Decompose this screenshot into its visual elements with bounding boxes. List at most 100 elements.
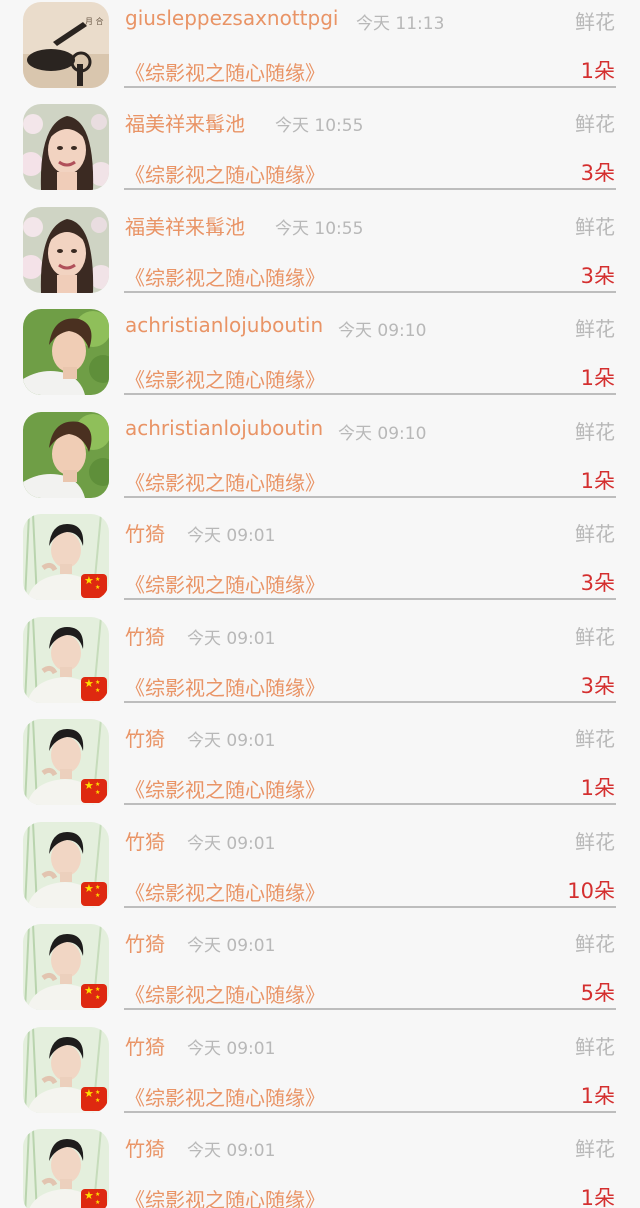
work-title-link[interactable]: 《综影视之随心随缘》 xyxy=(125,877,325,906)
timestamp: 今天 09:01 xyxy=(187,936,276,956)
timestamp: 今天 10:55 xyxy=(275,219,364,239)
timestamp: 今天 09:01 xyxy=(187,834,276,854)
gift-type-label: 鲜花 xyxy=(575,625,615,649)
gift-record-row[interactable]: achristianlojuboutin 今天 09:10 鲜花《综影视之随心随缘》… xyxy=(0,307,640,410)
gift-count: 3朵 xyxy=(580,674,615,698)
gift-count: 1朵 xyxy=(580,1186,615,1208)
row-divider xyxy=(124,1008,616,1010)
username[interactable]: giusleppezsaxnottpgi xyxy=(125,6,338,30)
user-avatar[interactable]: ★ ★ ★ xyxy=(23,924,109,1010)
user-avatar[interactable]: ★ ★ ★ xyxy=(23,719,109,805)
timestamp: 今天 10:55 xyxy=(275,116,364,136)
timestamp: 今天 09:01 xyxy=(187,629,276,649)
work-title-link[interactable]: 《综影视之随心随缘》 xyxy=(125,1184,325,1208)
gift-record-row[interactable]: ★ ★ ★ 竹猗 今天 09:01 鲜花 《综影视之随心随缘》 1朵 xyxy=(0,1025,640,1128)
work-title-link[interactable]: 《综影视之随心随缘》 xyxy=(125,774,325,803)
gift-count: 1朵 xyxy=(580,59,615,83)
user-avatar[interactable]: ★ ★ ★ xyxy=(23,822,109,908)
timestamp: 今天 11:13 xyxy=(356,14,445,34)
row-divider xyxy=(124,906,616,908)
gift-count: 3朵 xyxy=(580,264,615,288)
timestamp: 今天 09:01 xyxy=(187,1141,276,1161)
timestamp: 今天 09:10 xyxy=(338,424,427,444)
username[interactable]: 竹猗 xyxy=(125,1031,165,1060)
user-avatar[interactable]: ★ ★ ★ xyxy=(23,1129,109,1208)
user-avatar[interactable] xyxy=(23,104,109,190)
gift-record-row[interactable]: ★ ★ ★ 竹猗 今天 09:01 鲜花《综影视之随心随缘》 1朵 xyxy=(0,717,640,820)
gift-type-label: 鲜花 xyxy=(575,932,615,956)
gift-type-label: 鲜花 xyxy=(575,727,615,751)
work-title-link[interactable]: 《综影视之随心随缘》 xyxy=(125,672,325,701)
row-divider xyxy=(124,86,616,88)
gift-type-label: 鲜花 xyxy=(575,522,615,546)
work-title-link[interactable]: 《综影视之随心随缘》 xyxy=(125,979,325,1008)
china-flag-badge-icon: ★ ★ ★ xyxy=(81,677,107,701)
work-title-link[interactable]: 《综影视之随心随缘》 xyxy=(125,467,325,496)
user-avatar[interactable]: ★ ★ ★ xyxy=(23,514,109,600)
row-divider xyxy=(124,701,616,703)
user-avatar[interactable] xyxy=(23,309,109,395)
row-divider xyxy=(124,1111,616,1113)
gift-count: 1朵 xyxy=(580,776,615,800)
gift-type-label: 鲜花 xyxy=(575,10,615,34)
username[interactable]: 竹猗 xyxy=(125,928,165,957)
gift-count: 1朵 xyxy=(580,1084,615,1108)
gift-type-label: 鲜花 xyxy=(575,215,615,239)
gift-record-row[interactable]: 月 合 giusleppezsaxnottpgi 今天 11:13 鲜花《综影视之随心… xyxy=(0,0,640,103)
gift-record-row[interactable]: ★ ★ ★ 竹猗 今天 09:01 鲜花《综影视之随心随缘》 3朵 xyxy=(0,615,640,718)
user-avatar[interactable] xyxy=(23,412,109,498)
gift-count: 5朵 xyxy=(580,981,615,1005)
work-title-link[interactable]: 《综影视之随心随缘》 xyxy=(125,159,325,188)
china-flag-badge-icon: ★ ★ ★ xyxy=(81,1189,107,1208)
gift-record-row[interactable]: 福美祥来髯池 今天 10:55 鲜花《综影视之随心随缘》 3朵 xyxy=(0,205,640,308)
row-divider xyxy=(124,188,616,190)
gift-record-row[interactable]: ★ ★ ★ 竹猗 今天 09:01 鲜花《综影视之随心随缘》 10朵 xyxy=(0,820,640,923)
user-avatar[interactable]: 月 合 xyxy=(23,2,109,88)
timestamp: 今天 09:01 xyxy=(187,1039,276,1059)
china-flag-badge-icon: ★ ★ ★ xyxy=(81,779,107,803)
china-flag-badge-icon: ★ ★ ★ xyxy=(81,1087,107,1111)
timestamp: 今天 09:01 xyxy=(187,731,276,751)
work-title-link[interactable]: 《综影视之随心随缘》 xyxy=(125,364,325,393)
gift-type-label: 鲜花 xyxy=(575,112,615,136)
username[interactable]: 竹猗 xyxy=(125,1133,165,1162)
timestamp: 今天 09:01 xyxy=(187,526,276,546)
gift-record-row[interactable]: achristianlojuboutin 今天 09:10 鲜花 《综影视之随心随缘》… xyxy=(0,410,640,513)
gift-type-label: 鲜花 xyxy=(575,317,615,341)
gift-record-row[interactable]: ★ ★ ★ 竹猗 今天 09:01 鲜花《综影视之随心随缘》 5朵 xyxy=(0,922,640,1025)
gift-count: 3朵 xyxy=(580,161,615,185)
gift-count: 3朵 xyxy=(580,571,615,595)
username[interactable]: 竹猗 xyxy=(125,621,165,650)
username[interactable]: 竹猗 xyxy=(125,518,165,547)
svg-text:月 合: 月 合 xyxy=(85,16,104,26)
row-divider xyxy=(124,803,616,805)
row-divider xyxy=(124,291,616,293)
gift-count: 1朵 xyxy=(580,469,615,493)
row-divider xyxy=(124,496,616,498)
work-title-link[interactable]: 《综影视之随心随缘》 xyxy=(125,57,325,86)
user-avatar[interactable]: ★ ★ ★ xyxy=(23,1027,109,1113)
gift-count: 1朵 xyxy=(580,366,615,390)
work-title-link[interactable]: 《综影视之随心随缘》 xyxy=(125,1082,325,1111)
gift-record-list: 月 合 giusleppezsaxnottpgi 今天 11:13 鲜花 《综影视之随心… xyxy=(0,0,640,1208)
china-flag-badge-icon: ★ ★ ★ xyxy=(81,984,107,1008)
work-title-link[interactable]: 《综影视之随心随缘》 xyxy=(125,262,325,291)
work-title-link[interactable]: 《综影视之随心随缘》 xyxy=(125,569,325,598)
username[interactable]: 竹猗 xyxy=(125,723,165,752)
gift-type-label: 鲜花 xyxy=(575,1137,615,1161)
gift-type-label: 鲜花 xyxy=(575,830,615,854)
gift-count: 10朵 xyxy=(567,879,615,903)
username[interactable]: 福美祥来髯池 xyxy=(125,108,245,137)
username[interactable]: 福美祥来髯池 xyxy=(125,211,245,240)
row-divider xyxy=(124,598,616,600)
username[interactable]: achristianlojuboutin xyxy=(125,313,323,337)
gift-record-row[interactable]: ★ ★ ★ 竹猗 今天 09:01 鲜花《综影视之随心随缘》 1朵 xyxy=(0,1127,640,1208)
gift-record-row[interactable]: 福美祥来髯池 今天 10:55 鲜花《综影视之随心随缘》 3朵 xyxy=(0,102,640,205)
gift-record-row[interactable]: ★ ★ ★ 竹猗 今天 09:01 鲜花《综影视之随心随缘》 3朵 xyxy=(0,512,640,615)
china-flag-badge-icon: ★ ★ ★ xyxy=(81,882,107,906)
username[interactable]: achristianlojuboutin xyxy=(125,416,323,440)
username[interactable]: 竹猗 xyxy=(125,826,165,855)
timestamp: 今天 09:10 xyxy=(338,321,427,341)
user-avatar[interactable]: ★ ★ ★ xyxy=(23,617,109,703)
user-avatar[interactable] xyxy=(23,207,109,293)
